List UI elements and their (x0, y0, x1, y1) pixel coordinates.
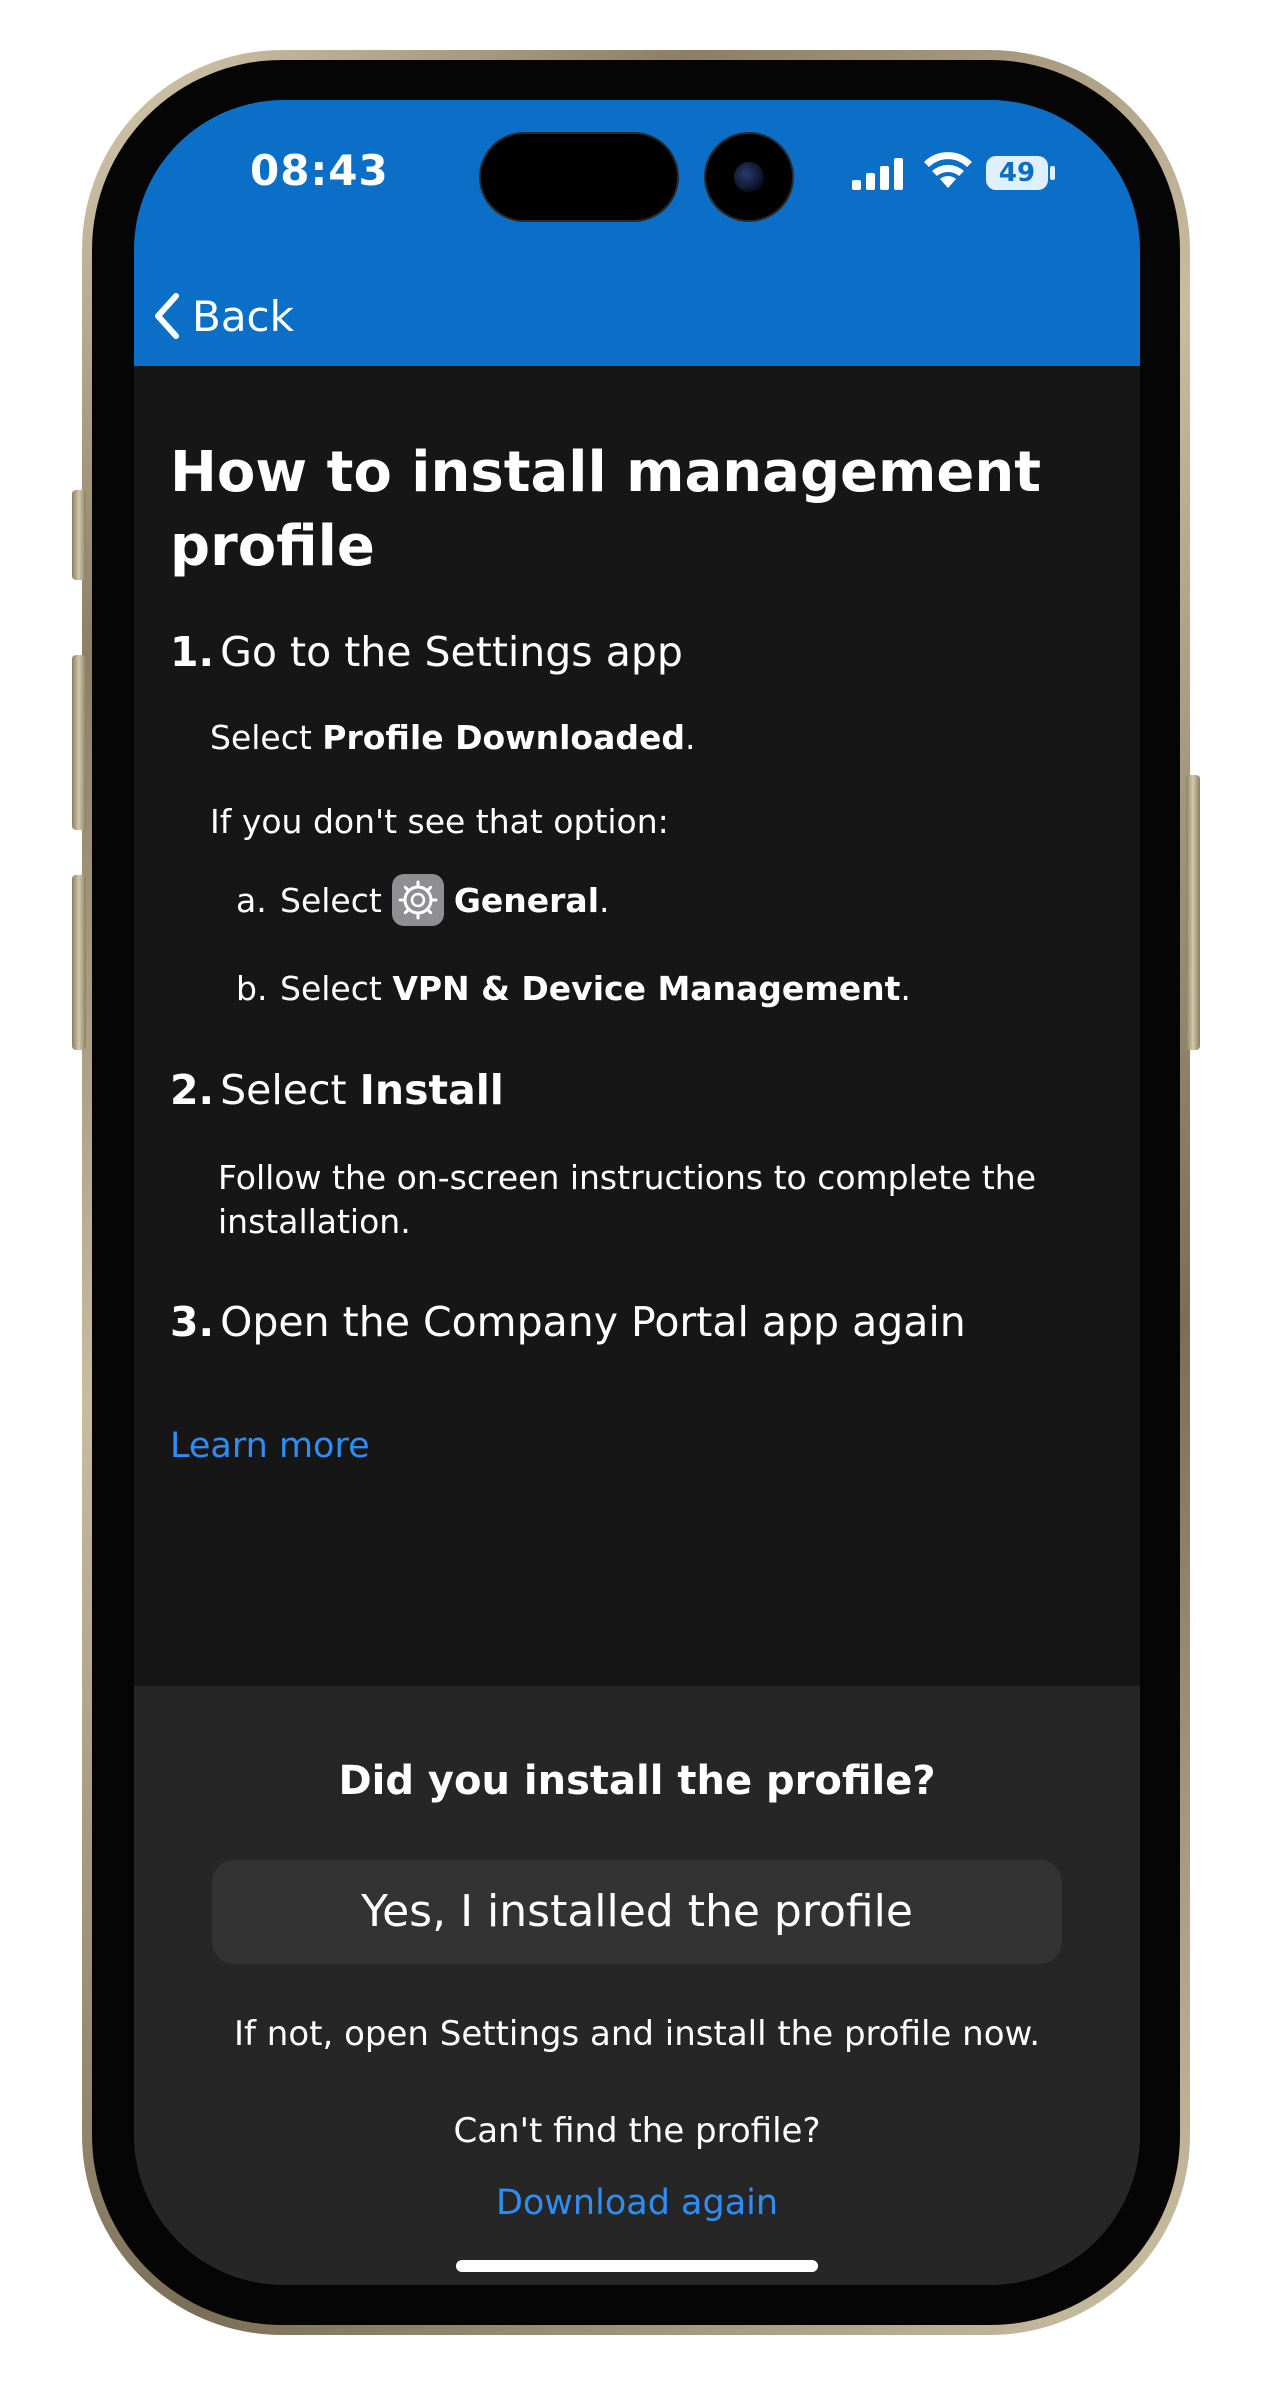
step-heading-prefix: Select (220, 1066, 360, 1114)
step-heading-text: Open the Company Portal app again (220, 1298, 966, 1346)
signal-icon (852, 158, 903, 190)
cant-find-text: Can't find the profile? (453, 2111, 821, 2151)
status-bar: 08:43 49 (134, 100, 1140, 270)
select-prefix: Select (210, 718, 323, 757)
sub-a-prefix: Select (280, 880, 382, 920)
back-button[interactable]: Back (150, 286, 294, 346)
side-button-volume-up (72, 655, 86, 830)
step-1-sub-b: b. Select VPN & Device Management. (236, 960, 911, 1016)
step-1-sub-a: a. Select General. (236, 872, 610, 928)
sub-b-suffix: . (900, 968, 911, 1008)
if-not-text: If not, open Settings and install the pr… (233, 2014, 1041, 2054)
download-again-link[interactable]: Download again (134, 2183, 1140, 2223)
step-heading-text: Go to the Settings app (220, 628, 683, 676)
gear-icon (391, 874, 444, 926)
step-1-select: Select Profile Downloaded. (210, 716, 696, 760)
sub-letter: b. (236, 968, 268, 1008)
sub-b-prefix: Select (280, 968, 382, 1008)
page-title: How to install management profile (170, 440, 1041, 579)
home-indicator[interactable] (456, 2260, 818, 2272)
vpn-device-management-label: VPN & Device Management (392, 968, 901, 1008)
sub-a-suffix: . (599, 880, 610, 920)
side-button-power (1186, 775, 1200, 1050)
battery-tip (1050, 166, 1055, 180)
profile-downloaded-label: Profile Downloaded (322, 718, 685, 757)
wifi-icon (924, 152, 972, 188)
step-1-heading: 1. Go to the Settings app (170, 628, 683, 676)
step-2-heading: 2. Select Install (170, 1066, 504, 1114)
learn-more-link[interactable]: Learn more (170, 1426, 370, 1466)
install-label: Install (359, 1066, 504, 1114)
screen: 08:43 49 Back How to install management … (134, 100, 1140, 2285)
step-number: 1. (170, 628, 215, 676)
back-label: Back (192, 291, 294, 341)
install-question: Did you install the profile? (338, 1758, 936, 1804)
battery-icon: 49 (986, 156, 1048, 190)
confirmation-panel: Did you install the profile? Yes, I inst… (134, 1686, 1140, 2285)
chevron-left-icon (155, 293, 179, 339)
dynamic-island (479, 132, 679, 222)
nav-bar: Back (134, 270, 1140, 366)
general-label: General (453, 880, 600, 920)
side-button-silent (72, 490, 86, 580)
step-2-instructions: Follow the on-screen instructions to com… (218, 1158, 1036, 1241)
sub-letter: a. (236, 880, 267, 920)
side-button-volume-down (72, 875, 86, 1050)
step-3-heading: 3. Open the Company Portal app again (170, 1298, 966, 1346)
status-time: 08:43 (250, 146, 389, 195)
step-1-fallback: If you don't see that option: (210, 802, 669, 841)
step-number: 3. (170, 1298, 215, 1346)
front-camera (704, 132, 794, 222)
yes-installed-button[interactable]: Yes, I installed the profile (212, 1860, 1062, 1964)
select-suffix: . (685, 718, 696, 757)
step-number: 2. (170, 1066, 215, 1114)
